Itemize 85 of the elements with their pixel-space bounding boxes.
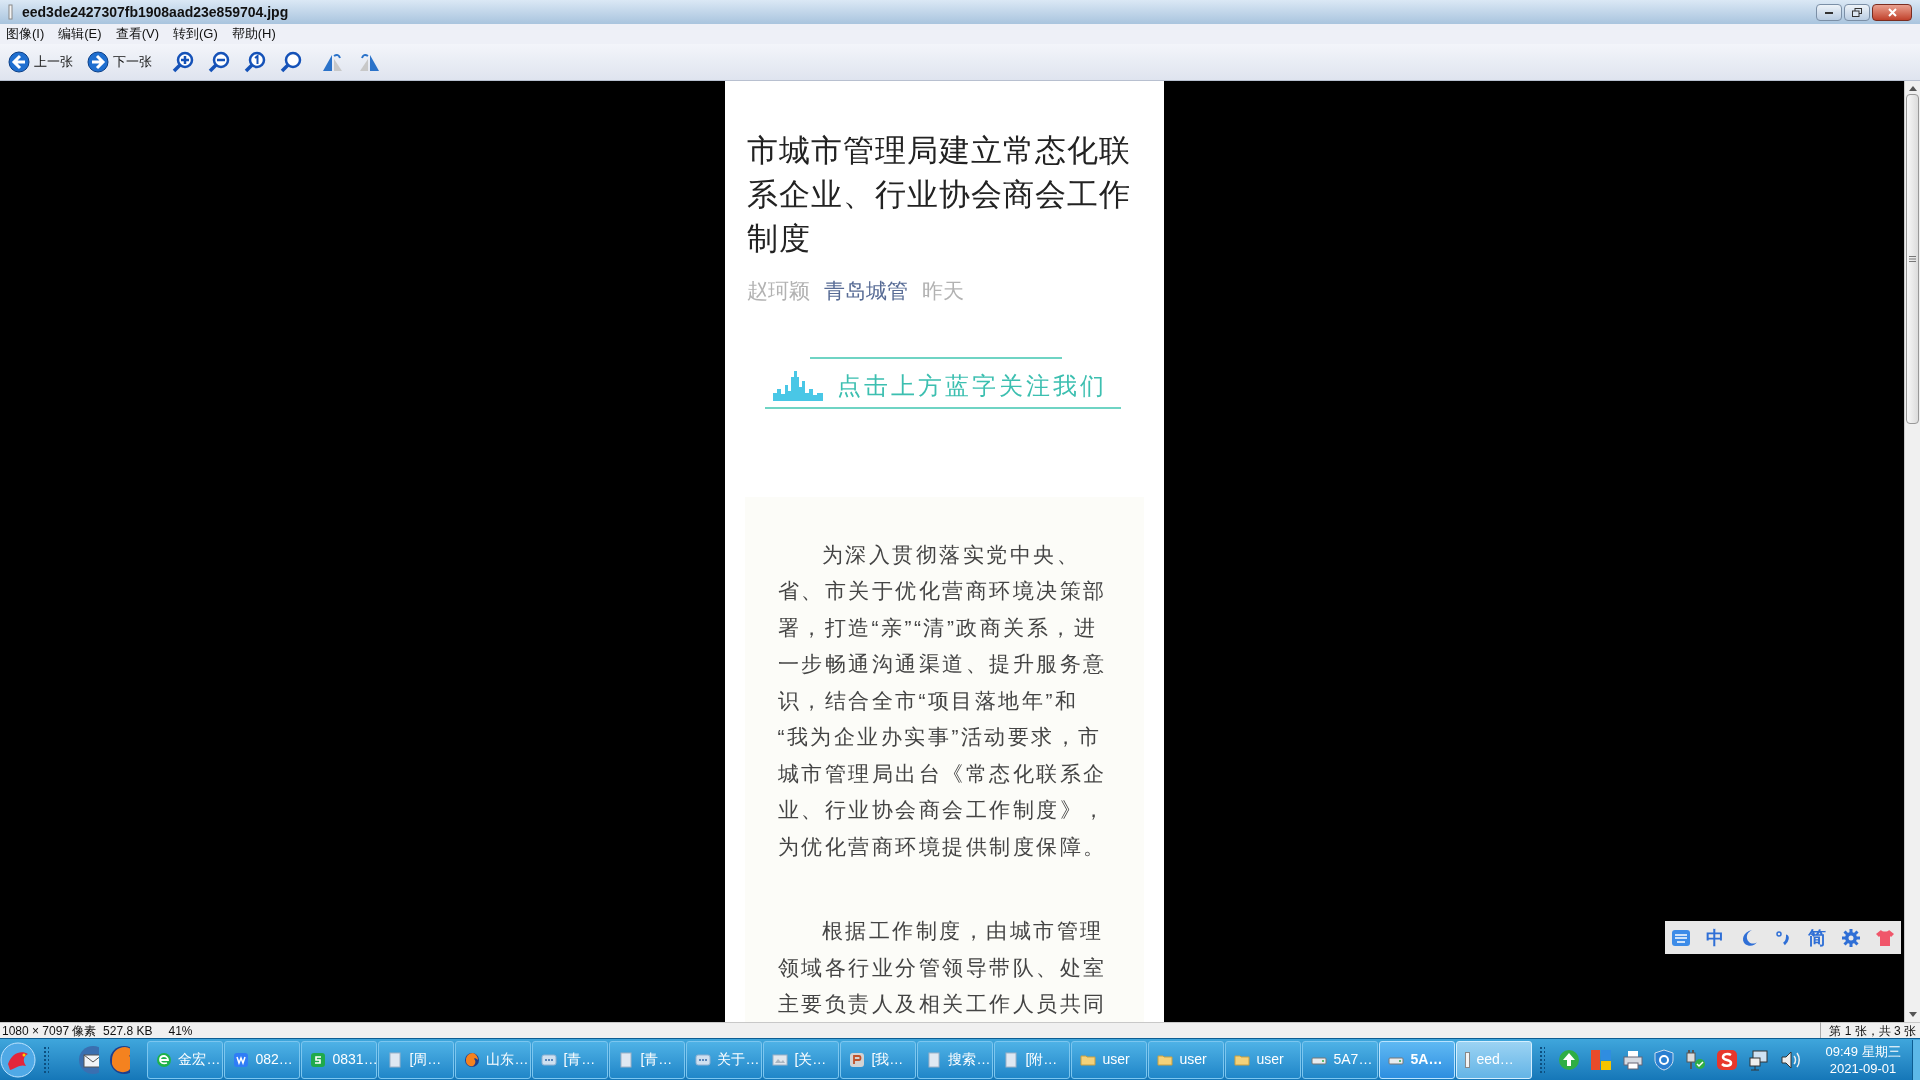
scroll-down-icon bbox=[1908, 1012, 1917, 1018]
taskbar-button[interactable]: user bbox=[1225, 1040, 1302, 1079]
ime-mode-button[interactable]: 中 bbox=[1705, 927, 1725, 948]
document-icon bbox=[387, 1051, 404, 1068]
search-icon[interactable] bbox=[280, 51, 302, 73]
taskbar-button[interactable]: 关于… bbox=[686, 1040, 763, 1079]
grip-icon bbox=[43, 1044, 49, 1075]
clock-time: 09:49 星期三 bbox=[1825, 1042, 1901, 1060]
s-logo-icon[interactable] bbox=[1716, 1048, 1738, 1071]
publish-date: 昨天 bbox=[921, 278, 964, 304]
window-title: eed3de2427307fb1908aad23e859704.jpg bbox=[22, 2, 289, 22]
arrow-left-icon bbox=[8, 51, 30, 73]
ofd-document-icon bbox=[541, 1051, 558, 1068]
restore-icon bbox=[1852, 7, 1862, 17]
taskbar-button[interactable]: [关… bbox=[763, 1040, 840, 1079]
rotate-left-icon[interactable] bbox=[322, 51, 344, 73]
rotate-right-icon[interactable] bbox=[358, 51, 380, 73]
image-info: 1080 × 7097 像素 527.8 KB bbox=[1, 1022, 153, 1040]
menu-item[interactable]: 查看(V) bbox=[115, 24, 159, 44]
image-viewer-icon bbox=[1465, 1051, 1471, 1068]
taskbar-button[interactable]: 山东… bbox=[455, 1040, 532, 1079]
zoom-level: 41% bbox=[168, 1022, 193, 1040]
taskbar-button[interactable]: [青… bbox=[609, 1040, 686, 1079]
taskbar-button[interactable]: 082… bbox=[224, 1040, 301, 1079]
previous-button[interactable]: 上一张 bbox=[8, 48, 73, 76]
next-button[interactable]: 下一张 bbox=[87, 48, 152, 76]
taskbar-button[interactable]: 金宏… bbox=[147, 1040, 224, 1079]
menu-item[interactable]: 编辑(E) bbox=[58, 24, 102, 44]
scrollbar-thumb[interactable] bbox=[1906, 94, 1919, 424]
settings-icon[interactable] bbox=[1841, 927, 1861, 948]
vertical-scrollbar[interactable] bbox=[1904, 81, 1920, 1022]
w-document-icon bbox=[233, 1051, 250, 1068]
minimize-button[interactable] bbox=[1816, 3, 1842, 21]
ime-mode-button[interactable]: 简 bbox=[1807, 927, 1827, 948]
taskbar-button[interactable]: 5A7… bbox=[1302, 1040, 1379, 1079]
account-link[interactable]: 青岛城管 bbox=[823, 275, 908, 307]
image-document-icon bbox=[772, 1051, 789, 1068]
article-title: 市城市管理局建立常态化联 系企业、行业协会商会工作 制度 bbox=[745, 132, 1132, 258]
document-icon bbox=[926, 1051, 943, 1068]
s-document-icon bbox=[310, 1051, 327, 1068]
taskbar-button[interactable]: [附… bbox=[994, 1040, 1071, 1079]
menu-item[interactable]: 帮助(H) bbox=[231, 24, 276, 44]
clock-date: 2021-09-01 bbox=[1829, 1059, 1897, 1077]
scroll-up-icon bbox=[1908, 85, 1917, 91]
taskbar-button[interactable]: 0831… bbox=[301, 1040, 378, 1079]
menu-item[interactable]: 图像(I) bbox=[6, 24, 45, 44]
printer-icon[interactable] bbox=[1622, 1048, 1644, 1071]
t-shirt-icon[interactable] bbox=[1875, 927, 1895, 948]
taskbar-button[interactable]: user bbox=[1148, 1040, 1225, 1079]
taskbar-button[interactable]: [周… bbox=[378, 1040, 455, 1079]
arrow-right-icon bbox=[87, 51, 109, 73]
actual-size-icon[interactable] bbox=[244, 51, 266, 73]
document-icon bbox=[1003, 1051, 1020, 1068]
taskbar-button[interactable]: [青… bbox=[532, 1040, 609, 1079]
close-icon bbox=[1887, 7, 1897, 17]
mail-client-icon[interactable] bbox=[77, 1043, 100, 1076]
paragraph: 根据工作制度，由城市管理 领域各行业分管领导带队、处室 主要负责人及相关工作人员共同 bbox=[777, 918, 1108, 1017]
paragraph: 为深入贯彻落实党中央、 省、市关于优化营商环境决策部 署，打造“亲”“清”政商关系，进 一步畅通沟通渠道、提升服务意 识，结合全市“项目落地年”和 “我为企业办实事”活动要求，市 城市管理局出台《常态化联系企 业、行业协会商会工作制度》， 为优化营商环境提供制度保障。 bbox=[777, 541, 1108, 860]
taskbar-button[interactable]: 搜索… bbox=[917, 1040, 994, 1079]
author-name: 赵珂颖 bbox=[746, 278, 810, 304]
plug-check-icon[interactable] bbox=[1684, 1048, 1706, 1071]
app-icon bbox=[8, 4, 14, 20]
taskbar-button[interactable]: 5A… bbox=[1379, 1040, 1456, 1079]
document-icon bbox=[618, 1051, 635, 1068]
show-desktop-button[interactable] bbox=[1912, 1039, 1920, 1080]
clock[interactable]: 09:49 星期三 2021-09-01 bbox=[1815, 1042, 1911, 1077]
grip-icon bbox=[1909, 256, 1916, 262]
network-icon[interactable] bbox=[1748, 1048, 1770, 1071]
shield-icon[interactable] bbox=[1654, 1048, 1674, 1071]
keyboard-icon[interactable] bbox=[1671, 927, 1691, 948]
ofd-document-icon bbox=[695, 1051, 712, 1068]
minimize-icon bbox=[1825, 10, 1833, 14]
p-document-icon bbox=[849, 1051, 866, 1068]
follow-banner-text: 点击上方蓝字关注我们 bbox=[836, 370, 1107, 401]
maximize-button[interactable] bbox=[1844, 3, 1870, 21]
menu-item[interactable]: 转到(G) bbox=[172, 24, 218, 44]
taskbar-button[interactable]: eed… bbox=[1456, 1040, 1533, 1079]
grip-icon bbox=[1539, 1044, 1545, 1075]
zoom-out-icon[interactable] bbox=[208, 51, 230, 73]
browser-e-icon bbox=[156, 1051, 173, 1068]
taskbar-button[interactable]: user bbox=[1071, 1040, 1148, 1079]
taskbar-button[interactable]: [我… bbox=[840, 1040, 917, 1079]
zoom-in-icon[interactable] bbox=[172, 51, 194, 73]
close-button[interactable] bbox=[1872, 3, 1912, 21]
colored-squares-icon[interactable] bbox=[1590, 1048, 1612, 1071]
